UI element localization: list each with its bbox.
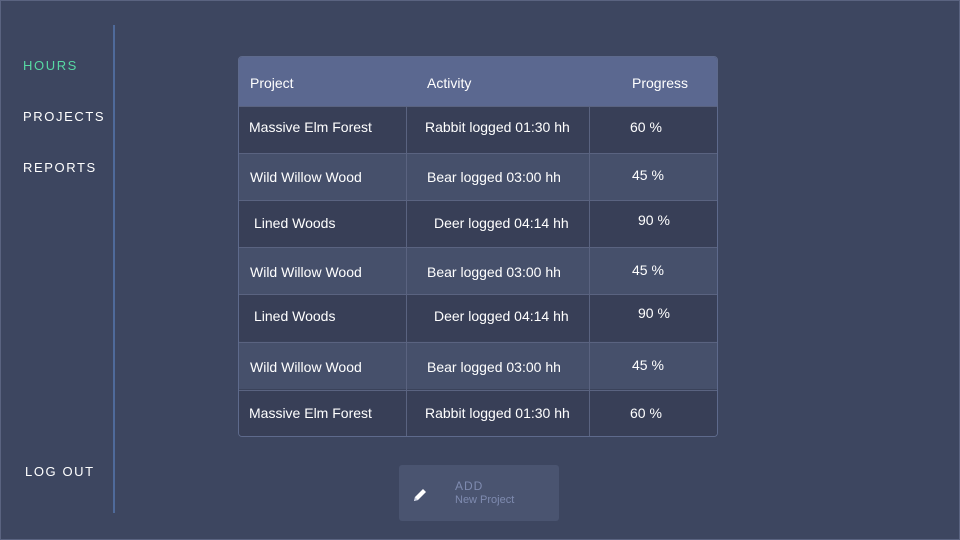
project-cell: Wild Willow Wood bbox=[250, 169, 362, 185]
logout-button[interactable]: LOG OUT bbox=[25, 464, 95, 479]
add-project-button[interactable]: ADD New Project bbox=[399, 465, 559, 521]
project-cell: Wild Willow Wood bbox=[250, 359, 362, 375]
activity-cell: Deer logged 04:14 hh bbox=[434, 215, 569, 231]
project-cell: Massive Elm Forest bbox=[249, 405, 372, 421]
column-divider bbox=[406, 106, 407, 436]
table-row[interactable]: Lined Woods Deer logged 04:14 hh 90 % bbox=[239, 200, 717, 247]
sidebar-divider bbox=[113, 25, 115, 513]
progress-cell: 90 % bbox=[638, 212, 670, 228]
sidebar-item-hours[interactable]: HOURS bbox=[23, 58, 78, 73]
activity-cell: Rabbit logged 01:30 hh bbox=[425, 405, 570, 421]
progress-cell: 45 % bbox=[632, 167, 664, 183]
column-divider bbox=[589, 106, 590, 436]
activity-cell: Bear logged 03:00 hh bbox=[427, 169, 561, 185]
activity-cell: Deer logged 04:14 hh bbox=[434, 308, 569, 324]
column-header-progress[interactable]: Progress bbox=[632, 75, 688, 91]
project-cell: Wild Willow Wood bbox=[250, 264, 362, 280]
table-row[interactable]: Wild Willow Wood Bear logged 03:00 hh 45… bbox=[239, 342, 717, 389]
pencil-icon bbox=[414, 489, 426, 501]
column-header-project[interactable]: Project bbox=[250, 75, 294, 91]
progress-cell: 90 % bbox=[638, 305, 670, 321]
table-header: Project Activity Progress bbox=[239, 57, 717, 106]
progress-cell: 45 % bbox=[632, 357, 664, 373]
table-row[interactable]: Massive Elm Forest Rabbit logged 01:30 h… bbox=[239, 390, 717, 436]
sidebar-item-projects[interactable]: PROJECTS bbox=[23, 109, 105, 124]
project-cell: Lined Woods bbox=[254, 215, 336, 231]
progress-cell: 60 % bbox=[630, 405, 662, 421]
hours-table: Project Activity Progress Massive Elm Fo… bbox=[238, 56, 718, 437]
table-row[interactable]: Massive Elm Forest Rabbit logged 01:30 h… bbox=[239, 106, 717, 153]
progress-cell: 45 % bbox=[632, 262, 664, 278]
add-button-title: ADD bbox=[455, 479, 484, 493]
add-button-subtitle: New Project bbox=[455, 494, 515, 506]
column-header-activity[interactable]: Activity bbox=[427, 75, 471, 91]
sidebar-item-reports[interactable]: REPORTS bbox=[23, 160, 97, 175]
project-cell: Lined Woods bbox=[254, 308, 336, 324]
table-row[interactable]: Wild Willow Wood Bear logged 03:00 hh 45… bbox=[239, 247, 717, 294]
activity-cell: Bear logged 03:00 hh bbox=[427, 359, 561, 375]
activity-cell: Bear logged 03:00 hh bbox=[427, 264, 561, 280]
table-row[interactable]: Lined Woods Deer logged 04:14 hh 90 % bbox=[239, 294, 717, 341]
table-row[interactable]: Wild Willow Wood Bear logged 03:00 hh 45… bbox=[239, 153, 717, 200]
app-window: HOURS PROJECTS REPORTS LOG OUT Project A… bbox=[0, 0, 960, 540]
project-cell: Massive Elm Forest bbox=[249, 119, 372, 135]
activity-cell: Rabbit logged 01:30 hh bbox=[425, 119, 570, 135]
progress-cell: 60 % bbox=[630, 119, 662, 135]
